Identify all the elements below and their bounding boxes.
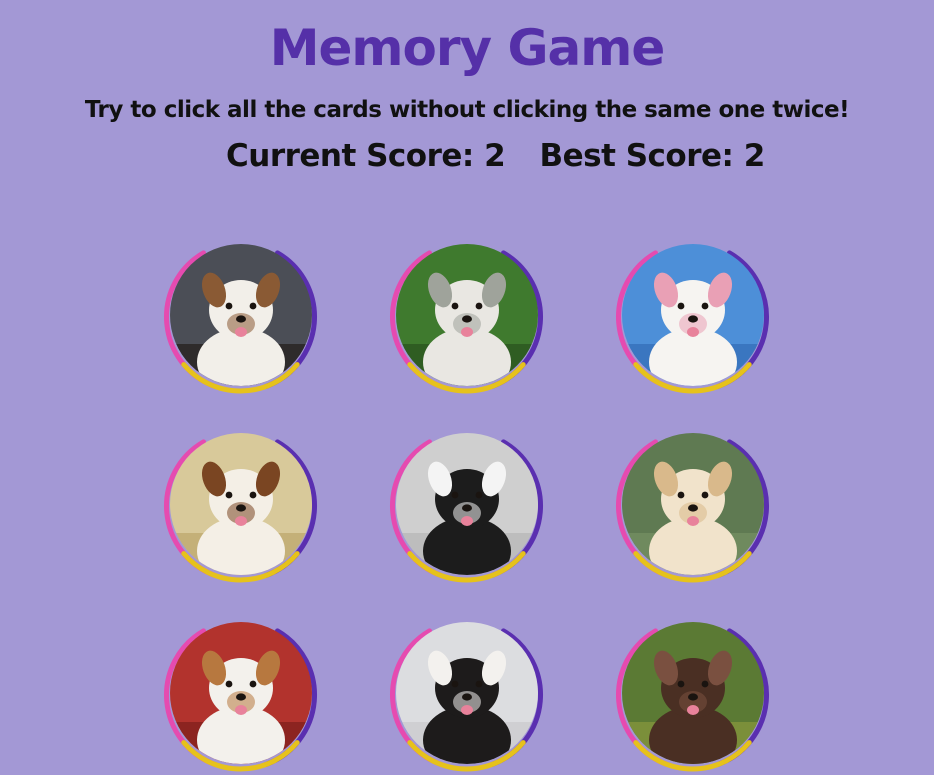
dog-photo (622, 622, 764, 764)
dog-photo (170, 622, 312, 764)
dog-card-pointer[interactable] (614, 618, 771, 775)
scoreboard: Current Score: 2 Best Score: 2 (226, 136, 765, 176)
current-score: Current Score: 2 (226, 138, 506, 174)
dog-photo (170, 433, 312, 575)
dog-card-golden-retriever[interactable] (614, 429, 771, 586)
dog-photo (396, 244, 538, 386)
dog-photo (622, 433, 764, 575)
dog-card-papillon[interactable] (162, 429, 319, 586)
dog-card-white-terrier[interactable] (388, 240, 545, 397)
instructions-text: Try to click all the cards without click… (84, 97, 850, 123)
best-score: Best Score: 2 (539, 138, 765, 174)
dog-card-jack-russell[interactable] (162, 618, 319, 775)
card-grid (162, 240, 774, 775)
page-title: Memory Game (269, 19, 666, 77)
dog-photo (396, 433, 538, 575)
dog-photo (622, 244, 764, 386)
dog-photo (170, 244, 312, 386)
dog-card-bernedoodle-puppy[interactable] (388, 618, 545, 775)
dog-card-boxer-bulldog[interactable] (162, 240, 319, 397)
dog-card-border-collie[interactable] (388, 429, 545, 586)
dog-card-white-shepherd[interactable] (614, 240, 771, 397)
dog-photo (396, 622, 538, 764)
